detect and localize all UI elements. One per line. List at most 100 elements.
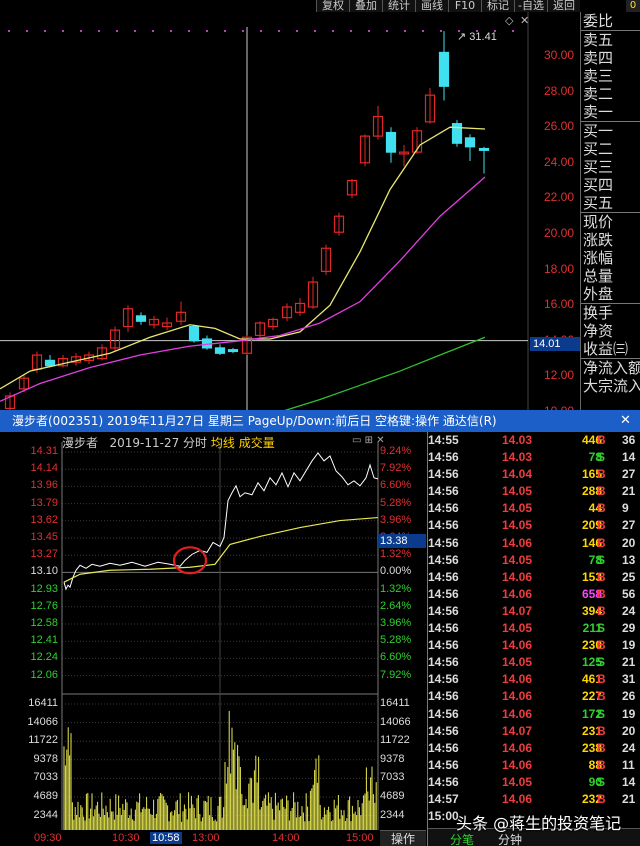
operation-tab[interactable]: 操作 bbox=[380, 830, 426, 846]
toolbar-button-3[interactable]: 画线 bbox=[415, 0, 448, 12]
tick-row[interactable]: 14:56 14.07 394 B 24 bbox=[428, 603, 640, 620]
tick-price: 14.06 bbox=[502, 586, 533, 601]
tick-count: 11 bbox=[622, 757, 635, 772]
tick-price: 14.03 bbox=[502, 450, 533, 465]
kline-canvas[interactable] bbox=[0, 12, 580, 410]
tick-price: 14.07 bbox=[502, 603, 533, 618]
diamond-icon[interactable]: ◇ bbox=[505, 14, 513, 27]
close-icon[interactable]: ✕ bbox=[620, 410, 634, 432]
intraday-canvas[interactable] bbox=[0, 432, 428, 846]
tick-row[interactable]: 14:56 14.07 231 B 20 bbox=[428, 723, 640, 740]
tick-row[interactable]: 14:56 14.06 88 B 11 bbox=[428, 757, 640, 774]
tick-row[interactable]: 14:56 14.06 227 B 26 bbox=[428, 688, 640, 705]
ma-line-long bbox=[284, 336, 486, 410]
tick-trade-list[interactable]: 14:55 14.03 446 B 36 14:56 14.03 78 S 14 14:56 14.0… bbox=[428, 432, 640, 846]
tick-time: 14:56 bbox=[428, 586, 459, 601]
info-label: 涨幅 bbox=[583, 249, 614, 267]
intraday-header: 漫步者 2019-11-27 分时 均线 成交量 bbox=[62, 434, 275, 451]
volume-axis-label-right: 9378 bbox=[380, 752, 405, 765]
toolbar-button-0[interactable]: 复权 bbox=[316, 0, 349, 12]
tick-row[interactable]: 14:56 14.06 230 B 19 bbox=[428, 637, 640, 654]
tick-row[interactable]: 14:56 14.05 44 B 9 bbox=[428, 500, 640, 517]
tick-row[interactable]: 14:56 14.05 211 S 29 bbox=[428, 620, 640, 637]
tick-volume: 461 bbox=[581, 672, 602, 687]
marker-dot bbox=[368, 30, 370, 32]
tick-volume: 238 bbox=[581, 740, 602, 755]
tick-price: 14.06 bbox=[502, 689, 533, 704]
tick-count: 19 bbox=[622, 638, 636, 653]
tick-row[interactable]: 14:56 14.05 125 S 21 bbox=[428, 654, 640, 671]
tick-price: 14.06 bbox=[502, 757, 533, 772]
intraday-chart[interactable]: 漫步者 2019-11-27 分时 均线 成交量 ▭ ⊞ ✕ 14.31 9.24… bbox=[0, 432, 428, 846]
tick-row[interactable]: 14:56 14.06 238 B 24 bbox=[428, 740, 640, 757]
price-axis-label: 12.24 bbox=[30, 651, 58, 664]
time-label-text: 09:30 bbox=[34, 832, 62, 844]
tick-price: 14.05 bbox=[502, 518, 533, 533]
marker-dot bbox=[44, 30, 46, 32]
tick-side: B bbox=[597, 757, 606, 772]
tick-time: 14:56 bbox=[428, 552, 459, 567]
tick-count: 27 bbox=[622, 518, 636, 533]
tick-side: S bbox=[597, 774, 606, 789]
tick-row[interactable]: 14:56 14.05 288 B 21 bbox=[428, 483, 640, 500]
daily-kline-chart[interactable]: 30.00 28.00 26.00 24.00 22.00 20.00 18.00 16.00… bbox=[0, 12, 580, 410]
tick-count: 14 bbox=[622, 774, 636, 789]
marker-dot bbox=[260, 30, 262, 32]
tick-row[interactable]: 14:56 14.05 90 S 14 bbox=[428, 774, 640, 791]
percent-axis-label: 9.24% bbox=[380, 445, 412, 457]
volume-legend: 成交量 bbox=[238, 436, 275, 450]
candle-down bbox=[451, 123, 463, 144]
percent-axis-label: 5.28% bbox=[380, 496, 412, 509]
tick-row[interactable]: 14:56 14.06 153 B 25 bbox=[428, 569, 640, 586]
time-axis-label: 10:58 bbox=[150, 832, 182, 844]
toolbar-button-6[interactable]: -自选 bbox=[514, 0, 547, 12]
marker-dot bbox=[332, 30, 334, 32]
marker-dot bbox=[350, 30, 352, 32]
info-label: 卖五 bbox=[583, 31, 614, 49]
tick-row[interactable]: 14:56 14.06 172 S 19 bbox=[428, 706, 640, 723]
close-icon[interactable]: ✕ bbox=[520, 14, 529, 27]
volume-axis-label: 9378 bbox=[33, 752, 58, 765]
candle-down bbox=[385, 131, 397, 153]
marker-dot bbox=[134, 30, 136, 32]
tick-row[interactable]: 14:56 14.06 461 B 31 bbox=[428, 671, 640, 688]
tick-count: 20 bbox=[622, 535, 636, 550]
intraday-window-title[interactable]: 漫步者(002351) 2019年11月27日 星期三 PageUp/Down:… bbox=[0, 410, 640, 432]
percent-axis-label: 3.96% bbox=[380, 617, 412, 629]
tick-count: 29 bbox=[622, 621, 636, 636]
plus-icon[interactable]: ⊞ bbox=[365, 435, 373, 446]
toolbar-button-5[interactable]: 标记 bbox=[481, 0, 514, 12]
tick-time: 14:56 bbox=[428, 706, 459, 721]
percent-axis-label: 6.60% bbox=[380, 479, 412, 492]
tick-row[interactable]: 14:55 14.03 446 B 36 bbox=[428, 432, 640, 449]
price-tick-label: 24.00 bbox=[543, 154, 574, 169]
candle-down bbox=[135, 315, 147, 322]
tick-row[interactable]: 14:56 14.06 146 B 20 bbox=[428, 535, 640, 552]
minus-icon[interactable]: ▭ bbox=[352, 435, 361, 446]
tick-side: B bbox=[597, 689, 606, 704]
percent-axis-label: 1.32% bbox=[380, 548, 412, 561]
window-title-text: 漫步者(002351) 2019年11月27日 星期三 PageUp/Down:… bbox=[12, 414, 497, 428]
tick-side: S bbox=[597, 621, 606, 636]
tick-price: 14.06 bbox=[502, 791, 533, 806]
tick-row[interactable]: 14:56 14.04 165 B 27 bbox=[428, 466, 640, 483]
volume-axis-label: 11722 bbox=[28, 734, 58, 747]
toolbar-button-4[interactable]: F10 bbox=[448, 0, 481, 12]
toolbar-button-2[interactable]: 统计 bbox=[382, 0, 415, 12]
tick-row[interactable]: 14:57 14.06 232 B 21 bbox=[428, 791, 640, 808]
percent-axis-label: 3.96% bbox=[380, 513, 412, 526]
tick-row[interactable]: 14:56 14.03 78 S 14 bbox=[428, 449, 640, 466]
tick-price: 14.06 bbox=[502, 535, 533, 550]
price-axis-label: 14.31 bbox=[30, 445, 58, 457]
tick-row[interactable]: 14:56 14.05 209 B 27 bbox=[428, 517, 640, 534]
tick-row[interactable]: 14:56 14.05 78 S 13 bbox=[428, 552, 640, 569]
tick-time: 14:56 bbox=[428, 450, 459, 465]
marker-dot bbox=[314, 30, 316, 32]
price-axis-label: 13.10 bbox=[30, 565, 58, 578]
tick-volume: 231 bbox=[581, 723, 602, 738]
tick-side: B bbox=[597, 791, 606, 806]
tick-price: 14.05 bbox=[502, 655, 533, 670]
tick-row[interactable]: 14:56 14.06 658 B 56 bbox=[428, 586, 640, 603]
toolbar-button-7[interactable]: 返回 bbox=[547, 0, 580, 12]
toolbar-button-1[interactable]: 叠加 bbox=[349, 0, 382, 12]
